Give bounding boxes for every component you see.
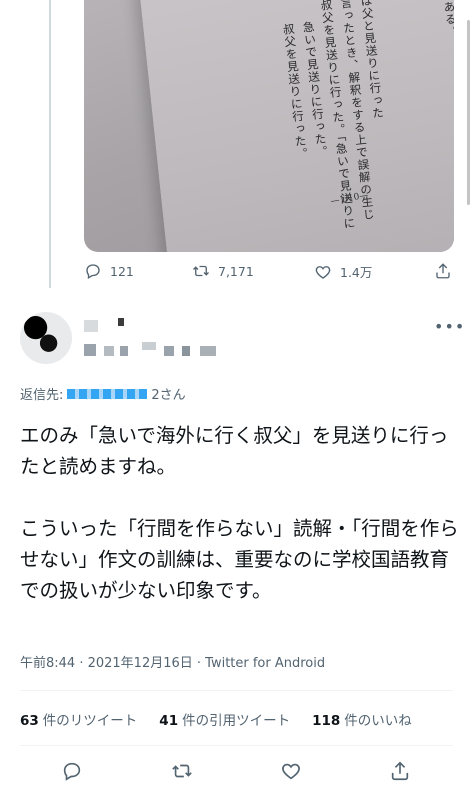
retweet-icon — [193, 265, 209, 277]
tweet-stats: 63 件のリツイート 41 件の引用ツイート 118 件のいいね — [20, 709, 412, 729]
handle-blur — [84, 344, 96, 356]
retweets-count: 63 — [20, 713, 39, 729]
scrollbar[interactable] — [467, 20, 470, 205]
quotes-label: 件の引用ツイート — [182, 713, 291, 729]
reply-button[interactable] — [61, 760, 83, 782]
reply-to-handle-blur[interactable] — [67, 388, 148, 399]
quotes-stat[interactable]: 41 件の引用ツイート — [159, 709, 290, 729]
likes-label: 件のいいね — [344, 713, 412, 729]
display-name-blur — [84, 320, 98, 332]
avatar[interactable] — [20, 312, 72, 364]
previous-tweet-actions: 121 7,171 1.4万 — [84, 262, 459, 288]
reply-button[interactable]: 121 — [84, 262, 134, 280]
tweet-photo[interactable]: す。 である。 は父と見送りに行った 言ったとき、解釈をする上で誤解の生じ 叔父… — [84, 0, 454, 252]
thread-connector-line — [49, 0, 51, 288]
retweets-label: 件のリツイート — [42, 713, 138, 729]
heart-icon — [315, 265, 331, 279]
divider — [20, 745, 453, 746]
retweet-button[interactable]: 7,171 — [192, 262, 254, 280]
handle-blur — [104, 346, 114, 356]
handle-blur — [182, 346, 190, 356]
likes-count: 118 — [312, 713, 341, 729]
handle-blur — [164, 346, 174, 356]
share-icon — [436, 263, 450, 279]
like-count: 1.4万 — [340, 265, 373, 280]
retweet-button[interactable] — [171, 760, 193, 782]
heart-icon — [282, 763, 300, 780]
retweets-stat[interactable]: 63 件のリツイート — [20, 709, 137, 729]
more-icon[interactable]: ••• — [434, 317, 465, 336]
divider — [20, 690, 453, 691]
photo-text-column: である。 — [440, 0, 454, 39]
quotes-count: 41 — [159, 713, 179, 729]
like-button[interactable] — [280, 760, 302, 782]
retweet-icon — [172, 764, 192, 778]
tweet-body: エのみ「急いで海外に行く叔父」を見送りに行ったと読めますね。 こういった「行間を… — [20, 424, 459, 602]
likes-stat[interactable]: 118 件のいいね — [312, 709, 412, 729]
share-button[interactable] — [389, 760, 411, 782]
reply-to-line: 返信先: 2さん — [20, 384, 186, 403]
handle-blur — [142, 342, 156, 350]
reply-to-suffix: 2さん — [151, 388, 186, 403]
handle-blur — [200, 346, 216, 356]
display-name-blur — [118, 318, 124, 326]
share-icon — [391, 761, 409, 781]
reply-to-label: 返信先: — [20, 388, 64, 403]
retweet-count: 7,171 — [218, 263, 254, 279]
reply-count: 121 — [110, 263, 134, 279]
like-button[interactable]: 1.4万 — [314, 262, 372, 281]
tweet-meta[interactable]: 午前8:44 · 2021年12月16日 · Twitter for Andro… — [20, 652, 325, 671]
book-page: す。 である。 は父と見送りに行った 言ったとき、解釈をする上で誤解の生じ 叔父… — [138, 0, 454, 252]
handle-blur — [120, 346, 128, 356]
reply-icon — [63, 762, 81, 781]
reply-icon — [86, 264, 100, 279]
share-button[interactable] — [434, 262, 452, 280]
tweet-actions — [0, 760, 473, 788]
